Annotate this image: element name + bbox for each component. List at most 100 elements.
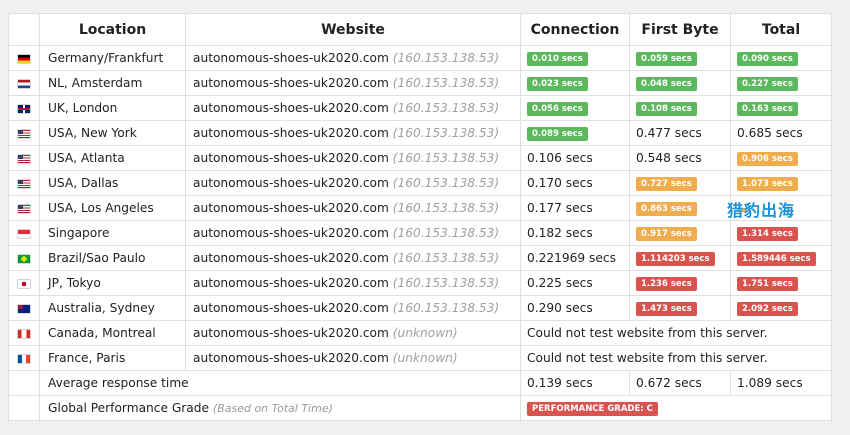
performance-grade-badge: PERFORMANCE GRADE: C bbox=[527, 402, 658, 416]
results-table: Location Website Connection First Byte T… bbox=[8, 13, 832, 421]
connection-cell: 0.056 secs bbox=[520, 95, 630, 121]
website-cell: autonomous-shoes-uk2020.com (160.153.138… bbox=[185, 195, 521, 221]
table-row: Canada, Montreal autonomous-shoes-uk2020.… bbox=[8, 320, 832, 346]
total-badge: 1.751 secs bbox=[737, 277, 798, 291]
website-cell: autonomous-shoes-uk2020.com (160.153.138… bbox=[185, 95, 521, 121]
website-ip: (160.153.138.53) bbox=[392, 151, 500, 165]
location-cell: UK, London bbox=[39, 95, 186, 121]
table-row: USA, New York autonomous-shoes-uk2020.com… bbox=[8, 120, 832, 146]
flag-cell bbox=[8, 120, 40, 146]
flag-sg-icon bbox=[18, 229, 30, 238]
connection-badge: 0.023 secs bbox=[527, 77, 588, 91]
watermark: 猎豹出海 bbox=[727, 201, 796, 220]
error-message: Could not test website from this server. bbox=[520, 345, 832, 371]
website-cell: autonomous-shoes-uk2020.com (160.153.138… bbox=[185, 70, 521, 96]
total-cell: 1.073 secs bbox=[730, 170, 832, 196]
website-cell: autonomous-shoes-uk2020.com (unknown) bbox=[185, 320, 521, 346]
total-cell: 0.090 secs bbox=[730, 45, 832, 71]
total-badge: 1.073 secs bbox=[737, 177, 798, 191]
website-ip: (160.153.138.53) bbox=[392, 176, 500, 190]
website-cell: autonomous-shoes-uk2020.com (160.153.138… bbox=[185, 270, 521, 296]
website-domain: autonomous-shoes-uk2020.com bbox=[193, 276, 389, 290]
connection-cell: 0.010 secs bbox=[520, 45, 630, 71]
location-cell: France, Paris bbox=[39, 345, 186, 371]
table-row: USA, Dallas autonomous-shoes-uk2020.com (… bbox=[8, 170, 832, 196]
connection-cell: 0.225 secs bbox=[520, 270, 630, 296]
location-cell: Germany/Frankfurt bbox=[39, 45, 186, 71]
connection-badge: 0.089 secs bbox=[527, 127, 588, 141]
first-byte-cell: 0.477 secs bbox=[629, 120, 731, 146]
first-byte-badge: 0.917 secs bbox=[636, 227, 697, 241]
first-byte-badge: 1.473 secs bbox=[636, 302, 697, 316]
first-byte-header: First Byte bbox=[629, 13, 731, 46]
table-row: France, Paris autonomous-shoes-uk2020.com… bbox=[8, 345, 832, 371]
flag-cell bbox=[8, 95, 40, 121]
website-cell: autonomous-shoes-uk2020.com (160.153.138… bbox=[185, 45, 521, 71]
website-domain: autonomous-shoes-uk2020.com bbox=[193, 101, 389, 115]
table-row: UK, London autonomous-shoes-uk2020.com (1… bbox=[8, 95, 832, 121]
flag-us-icon bbox=[18, 204, 30, 213]
website-cell: autonomous-shoes-uk2020.com (160.153.138… bbox=[185, 220, 521, 246]
connection-cell: 0.170 secs bbox=[520, 170, 630, 196]
flag-cell bbox=[8, 170, 40, 196]
table-row: Germany/Frankfurt autonomous-shoes-uk2020… bbox=[8, 45, 832, 71]
first-byte-badge: 0.048 secs bbox=[636, 77, 697, 91]
first-byte-badge: 1.114203 secs bbox=[636, 252, 715, 266]
website-domain: autonomous-shoes-uk2020.com bbox=[193, 176, 389, 190]
flag-jp-icon bbox=[18, 279, 30, 288]
flag-cell bbox=[8, 195, 40, 221]
website-ip: (160.153.138.53) bbox=[392, 76, 500, 90]
flag-cell bbox=[8, 345, 40, 371]
total-badge: 2.092 secs bbox=[737, 302, 798, 316]
total-badge: 0.227 secs bbox=[737, 77, 798, 91]
connection-cell: 0.106 secs bbox=[520, 145, 630, 171]
website-domain: autonomous-shoes-uk2020.com bbox=[193, 201, 389, 215]
average-row: Average response time 0.139 secs 0.672 s… bbox=[8, 370, 832, 396]
grade-badge-cell: PERFORMANCE GRADE: C bbox=[520, 395, 832, 421]
location-cell: Brazil/Sao Paulo bbox=[39, 245, 186, 271]
first-byte-cell: 0.863 secs bbox=[629, 195, 731, 221]
location-cell: JP, Tokyo bbox=[39, 270, 186, 296]
website-ip: (unknown) bbox=[392, 351, 458, 365]
flag-fr-icon bbox=[18, 354, 30, 363]
total-badge: 1.589446 secs bbox=[737, 252, 816, 266]
website-cell: autonomous-shoes-uk2020.com (160.153.138… bbox=[185, 245, 521, 271]
website-ip: (160.153.138.53) bbox=[392, 101, 500, 115]
website-domain: autonomous-shoes-uk2020.com bbox=[193, 126, 389, 140]
first-byte-cell: 0.917 secs bbox=[629, 220, 731, 246]
location-cell: Singapore bbox=[39, 220, 186, 246]
website-ip: (160.153.138.53) bbox=[392, 226, 500, 240]
website-domain: autonomous-shoes-uk2020.com bbox=[193, 151, 389, 165]
website-domain: autonomous-shoes-uk2020.com bbox=[193, 326, 389, 340]
connection-badge: 0.056 secs bbox=[527, 102, 588, 116]
flag-header bbox=[8, 13, 40, 46]
first-byte-cell: 0.108 secs bbox=[629, 95, 731, 121]
table-row: Singapore autonomous-shoes-uk2020.com (16… bbox=[8, 220, 832, 246]
total-cell: 1.314 secs bbox=[730, 220, 832, 246]
location-cell: USA, Atlanta bbox=[39, 145, 186, 171]
flag-ca-icon bbox=[18, 329, 30, 338]
total-badge: 0.906 secs bbox=[737, 152, 798, 166]
website-cell: autonomous-shoes-uk2020.com (160.153.138… bbox=[185, 295, 521, 321]
first-byte-cell: 1.236 secs bbox=[629, 270, 731, 296]
flag-cell bbox=[8, 220, 40, 246]
total-cell: 0.227 secs bbox=[730, 70, 832, 96]
connection-cell: 0.023 secs bbox=[520, 70, 630, 96]
table-row: JP, Tokyo autonomous-shoes-uk2020.com (16… bbox=[8, 270, 832, 296]
total-cell: 0.906 secs bbox=[730, 145, 832, 171]
total-cell: 1.589446 secs bbox=[730, 245, 832, 271]
grade-flag-cell bbox=[8, 395, 40, 421]
total-badge: 0.090 secs bbox=[737, 52, 798, 66]
first-byte-badge: 0.727 secs bbox=[636, 177, 697, 191]
grade-label: Global Performance Grade bbox=[48, 401, 210, 415]
flag-cell bbox=[8, 320, 40, 346]
website-domain: autonomous-shoes-uk2020.com bbox=[193, 226, 389, 240]
total-cell: 2.092 secs bbox=[730, 295, 832, 321]
flag-cell bbox=[8, 45, 40, 71]
total-badge: 0.163 secs bbox=[737, 102, 798, 116]
table-row: USA, Los Angeles autonomous-shoes-uk2020.… bbox=[8, 195, 832, 221]
location-header: Location bbox=[39, 13, 186, 46]
flag-us-icon bbox=[18, 154, 30, 163]
website-ip: (160.153.138.53) bbox=[392, 301, 500, 315]
website-ip: (160.153.138.53) bbox=[392, 126, 500, 140]
